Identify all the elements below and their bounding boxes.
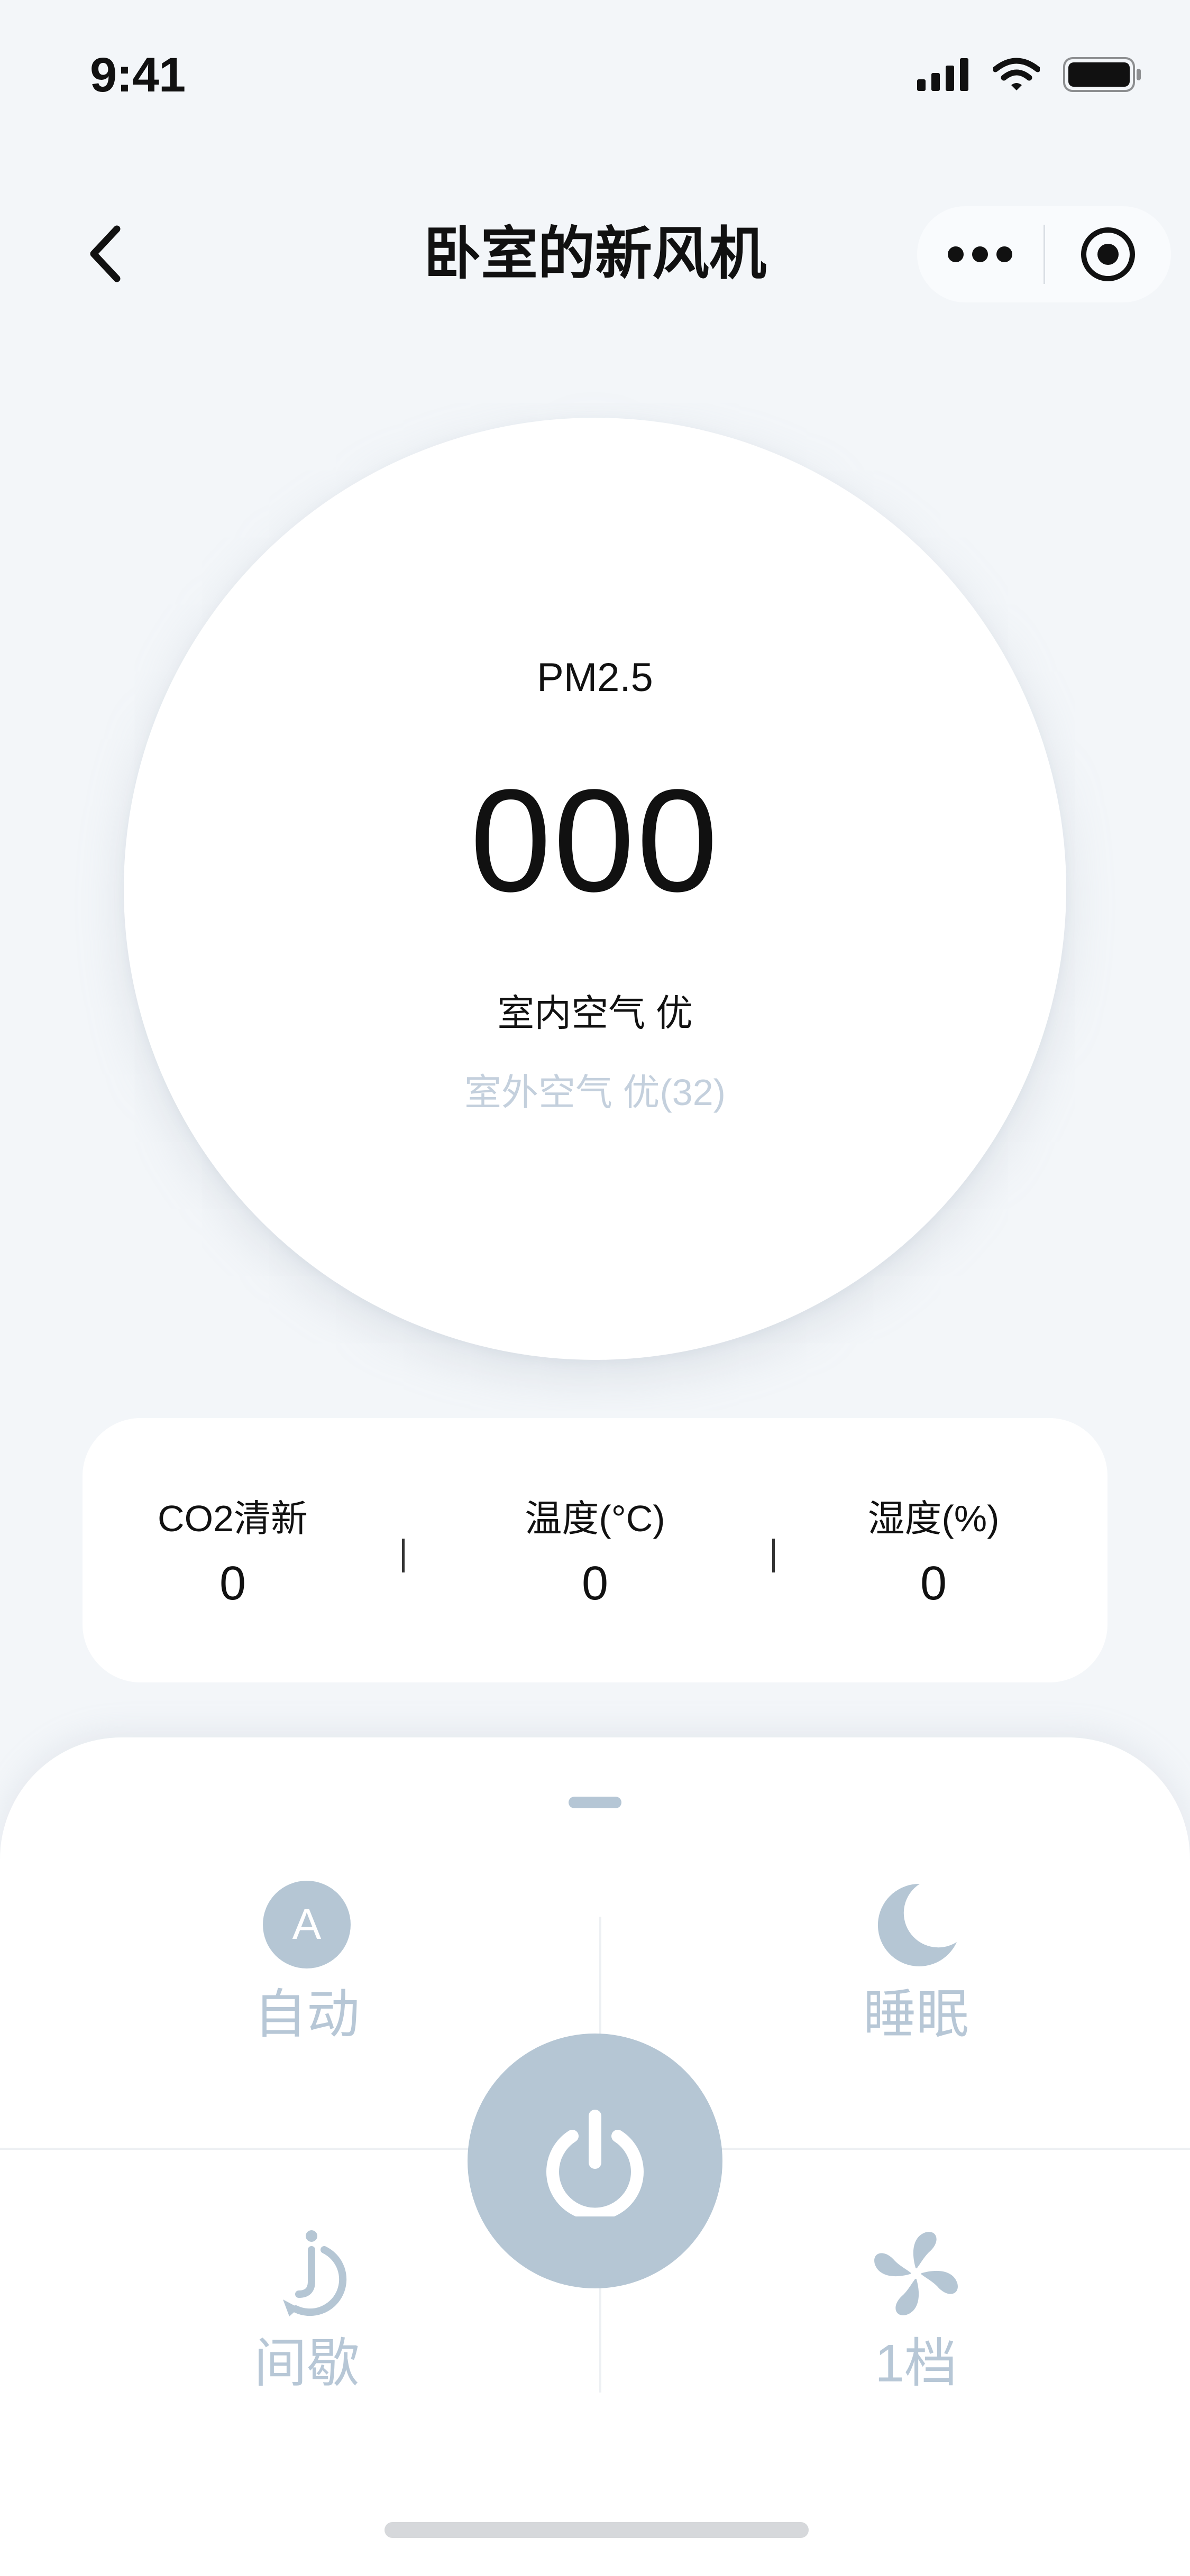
mode-auto-button[interactable]: A 自动 [148, 1877, 465, 2046]
mode-speed-label: 1档 [875, 2334, 957, 2393]
timer-icon [283, 2230, 347, 2316]
record-icon [1081, 227, 1135, 281]
signal-icon [917, 58, 968, 91]
outdoor-air-quality: 室外空气 优(32) [464, 1072, 726, 1113]
mode-sleep-button[interactable]: 睡眠 [757, 1877, 1075, 2046]
stat-divider [402, 1539, 405, 1572]
mode-speed-button[interactable]: 1档 [757, 2226, 1075, 2395]
status-time: 9:41 [90, 48, 186, 102]
stat-label: CO2清新 [158, 1498, 308, 1539]
power-icon [546, 2110, 644, 2216]
battery-icon [1063, 57, 1141, 92]
stat-co2: CO2清新 0 [95, 1496, 370, 1613]
moon-icon [877, 1883, 957, 1966]
stat-value: 0 [219, 1557, 246, 1610]
status-icons [917, 57, 1142, 92]
stat-divider [772, 1539, 775, 1572]
mini-program-capsule [917, 206, 1171, 302]
stat-label: 湿度(%) [867, 1498, 1000, 1539]
more-dots-icon [948, 246, 1013, 262]
panel-drag-handle[interactable] [569, 1797, 621, 1808]
mode-intermittent-label: 间歇 [254, 2334, 360, 2393]
close-miniprogram-button[interactable] [1045, 206, 1171, 302]
stat-value: 0 [581, 1557, 609, 1610]
stat-temperature: 温度(°C) 0 [457, 1496, 733, 1613]
mode-intermittent-button[interactable]: 间歇 [148, 2226, 465, 2395]
pm-value: 000 [470, 759, 720, 922]
auto-icon-glyph: A [292, 1900, 322, 1948]
stat-humidity: 湿度(%) 0 [796, 1496, 1071, 1613]
stat-label: 温度(°C) [525, 1498, 665, 1539]
wifi-icon [993, 58, 1040, 90]
mode-auto-label: 自动 [254, 1985, 360, 2044]
mode-sleep-label: 睡眠 [863, 1985, 969, 2044]
power-button[interactable] [468, 2034, 722, 2288]
indoor-air-quality: 室内空气 优 [497, 992, 693, 1034]
auto-icon: A [263, 1881, 351, 1968]
fan-icon [874, 2232, 958, 2315]
more-button[interactable] [917, 206, 1043, 302]
home-indicator [385, 2522, 809, 2538]
stat-value: 0 [920, 1557, 947, 1610]
pm-label: PM2.5 [537, 655, 653, 700]
